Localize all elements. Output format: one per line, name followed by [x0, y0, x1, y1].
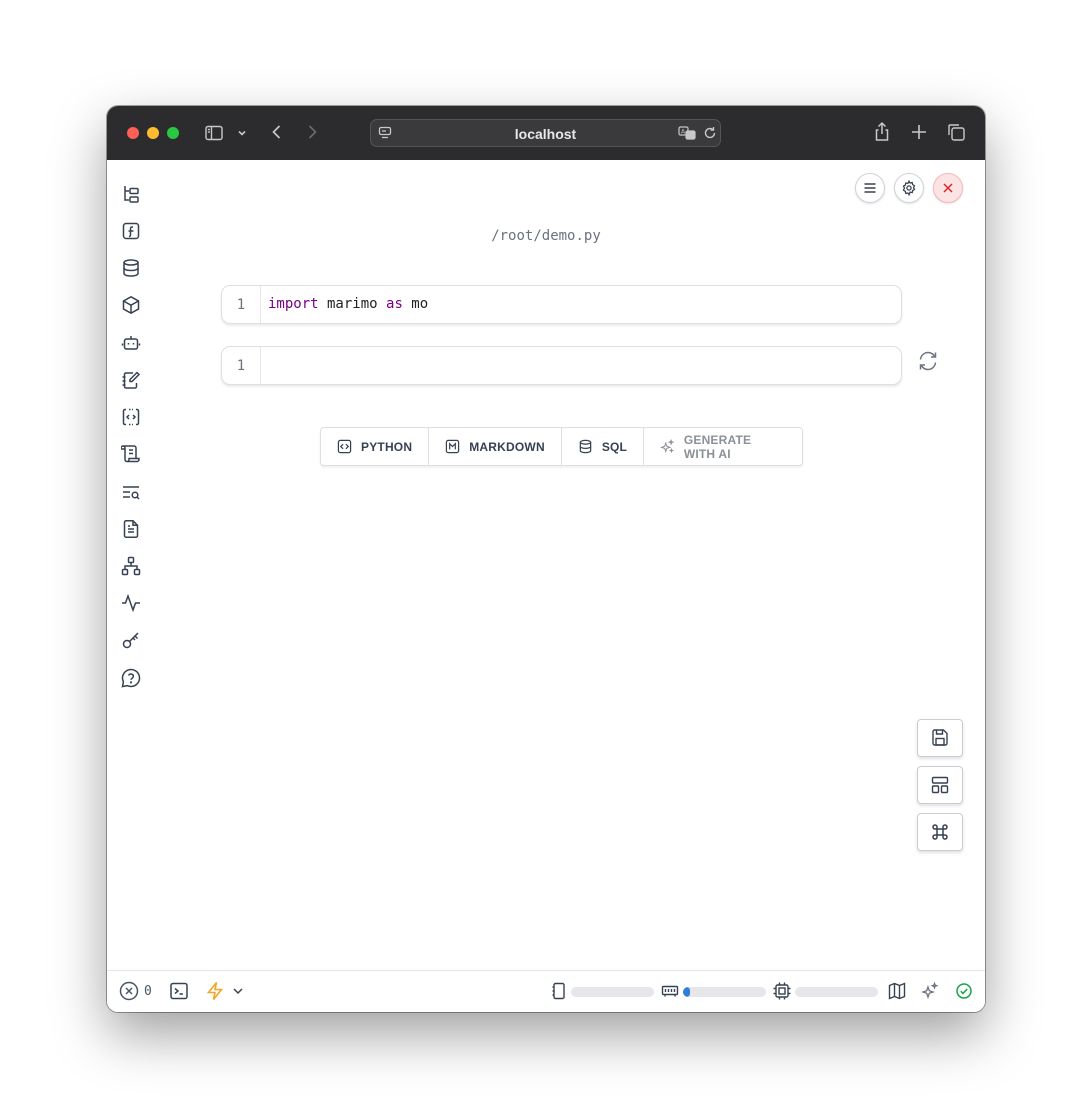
chevron-down-icon [233, 988, 243, 995]
url-text: localhost [514, 126, 577, 142]
help-icon[interactable] [120, 667, 142, 689]
back-icon[interactable] [267, 122, 287, 142]
add-sql-cell-button[interactable]: SQL [562, 428, 645, 465]
line-number: 1 [222, 347, 261, 384]
translate-icon[interactable]: A [678, 125, 696, 141]
sparkles-icon [660, 438, 675, 454]
sidebar-toggle-icon[interactable] [204, 123, 224, 143]
chevron-down-icon[interactable] [236, 127, 248, 139]
notebook-pen-icon[interactable] [120, 369, 142, 391]
shutdown-button[interactable] [933, 173, 963, 203]
save-button[interactable] [917, 719, 963, 757]
error-circle-icon [119, 981, 139, 1001]
terminal-button[interactable] [169, 981, 189, 1001]
database-icon [579, 439, 592, 454]
code-token: import [268, 296, 319, 312]
map-icon[interactable] [888, 981, 906, 1001]
add-cell-bar: PYTHON MARKDOWN SQL GENERATE WITH AI [320, 427, 803, 466]
memory-icon [661, 981, 679, 1001]
database-icon[interactable] [120, 257, 142, 279]
add-markdown-label: MARKDOWN [469, 439, 545, 454]
search-outline-icon[interactable] [120, 481, 142, 503]
code-cell[interactable]: 1 [221, 346, 902, 385]
layout-button[interactable] [917, 766, 963, 804]
maximize-window-button[interactable] [167, 127, 179, 139]
cpu-usage-meter [795, 987, 878, 997]
disk-usage-icon [551, 981, 567, 1001]
menu-icon [864, 183, 876, 193]
reload-icon[interactable] [702, 125, 718, 141]
connection-status-icon[interactable] [955, 981, 973, 1001]
add-python-cell-button[interactable]: PYTHON [321, 428, 430, 465]
share-icon[interactable] [872, 121, 892, 143]
command-icon [932, 824, 948, 840]
close-window-button[interactable] [127, 127, 139, 139]
forward-icon[interactable] [302, 122, 322, 142]
markdown-icon [446, 439, 460, 454]
code-square-icon [337, 439, 352, 454]
menu-button[interactable] [855, 173, 885, 203]
generate-ai-label: GENERATE WITH AI [683, 432, 752, 461]
left-sidebar [107, 160, 155, 970]
layout-icon [931, 776, 949, 794]
settings-button[interactable] [894, 173, 924, 203]
address-bar[interactable]: localhost A [370, 119, 721, 147]
close-icon [943, 183, 953, 193]
refresh-icon[interactable] [917, 350, 939, 372]
marimo-app: /root/demo.py 1 import marimo as mo 1 PY… [107, 160, 985, 1012]
document-icon[interactable] [120, 518, 142, 540]
scroll-icon[interactable] [120, 443, 142, 465]
add-markdown-cell-button[interactable]: MARKDOWN [429, 428, 562, 465]
save-icon [932, 729, 948, 746]
meter-fill [683, 987, 690, 997]
tab-overview-icon[interactable] [946, 122, 966, 142]
ai-sparkles-icon[interactable] [921, 981, 939, 1001]
code-token: as [386, 296, 403, 312]
code-token: marimo [318, 296, 387, 312]
file-tree-icon[interactable] [120, 183, 142, 205]
browser-window: localhost A /root/demo.py 1 import marim… [107, 106, 985, 1012]
runtime-mode-dropdown[interactable] [205, 981, 245, 1001]
gear-icon [902, 180, 916, 196]
status-footer: 0 [107, 970, 985, 1012]
add-sql-label: SQL [601, 439, 628, 454]
cpu-icon [773, 981, 791, 1001]
package-icon[interactable] [120, 294, 142, 316]
ai-bot-icon[interactable] [120, 332, 142, 354]
minimize-window-button[interactable] [147, 127, 159, 139]
generate-with-ai-button[interactable]: GENERATE WITH AI [644, 428, 802, 465]
notebook-filename[interactable]: /root/demo.py [107, 228, 985, 244]
add-python-label: PYTHON [361, 439, 413, 454]
errors-indicator[interactable]: 0 [119, 981, 152, 1001]
terminal-icon [170, 982, 188, 1000]
disk-usage-meter [571, 987, 654, 997]
new-tab-icon[interactable] [909, 122, 929, 142]
error-count: 0 [144, 983, 152, 999]
code-snippet-icon[interactable] [120, 406, 142, 428]
code-cell[interactable]: 1 import marimo as mo [221, 285, 902, 324]
memory-usage-meter [683, 987, 766, 997]
key-icon[interactable] [120, 629, 142, 651]
line-number: 1 [222, 286, 261, 323]
code-token: mo [402, 296, 429, 312]
browser-titlebar: localhost A [107, 106, 985, 160]
lightning-icon [206, 982, 224, 1000]
command-palette-button[interactable] [917, 813, 963, 851]
dependency-graph-icon[interactable] [120, 555, 142, 577]
code-editor[interactable]: import marimo as mo [268, 296, 428, 312]
activity-icon[interactable] [120, 592, 142, 614]
